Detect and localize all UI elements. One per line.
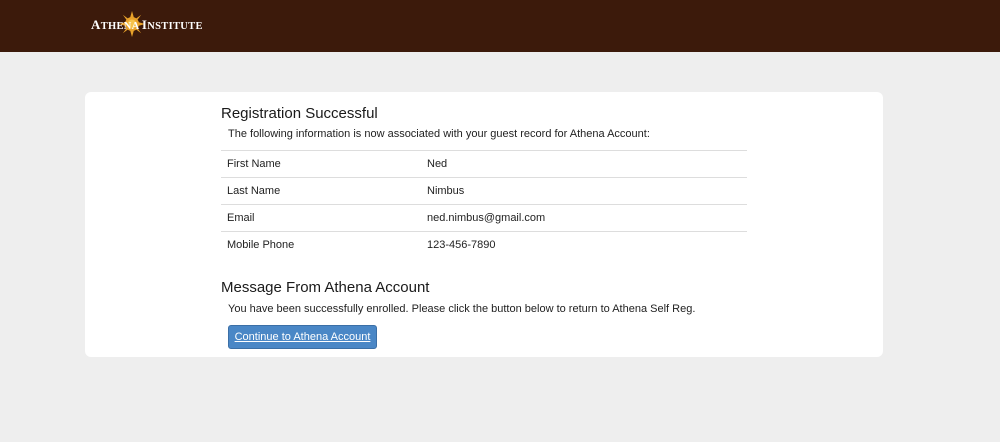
field-label-first-name: First Name xyxy=(221,150,421,178)
field-label-mobile-phone: Mobile Phone xyxy=(221,231,421,259)
table-row: Last Name Nimbus xyxy=(221,177,747,205)
athena-institute-logo[interactable]: Athena Institute xyxy=(91,11,203,38)
registration-card: Registration Successful The following in… xyxy=(85,92,883,357)
table-row: First Name Ned xyxy=(221,150,747,178)
field-label-last-name: Last Name xyxy=(221,177,421,205)
registration-description: The following information is now associa… xyxy=(228,128,650,140)
registration-heading: Registration Successful xyxy=(221,105,378,122)
field-value-mobile-phone: 123-456-7890 xyxy=(421,231,747,259)
field-value-last-name: Nimbus xyxy=(421,177,747,205)
field-label-email: Email xyxy=(221,204,421,232)
logo-wordmark: Athena Institute xyxy=(91,17,203,32)
continue-button[interactable]: Continue to Athena Account xyxy=(228,325,377,349)
guest-info-table: First Name Ned Last Name Nimbus Email ne… xyxy=(221,150,747,259)
field-value-first-name: Ned xyxy=(421,150,747,178)
field-value-email: ned.nimbus@gmail.com xyxy=(421,204,747,232)
message-heading: Message From Athena Account xyxy=(221,279,430,296)
table-row: Email ned.nimbus@gmail.com xyxy=(221,204,747,232)
table-row: Mobile Phone 123-456-7890 xyxy=(221,231,747,259)
top-header-bar: Athena Institute xyxy=(0,0,1000,52)
message-text: You have been successfully enrolled. Ple… xyxy=(228,303,696,315)
